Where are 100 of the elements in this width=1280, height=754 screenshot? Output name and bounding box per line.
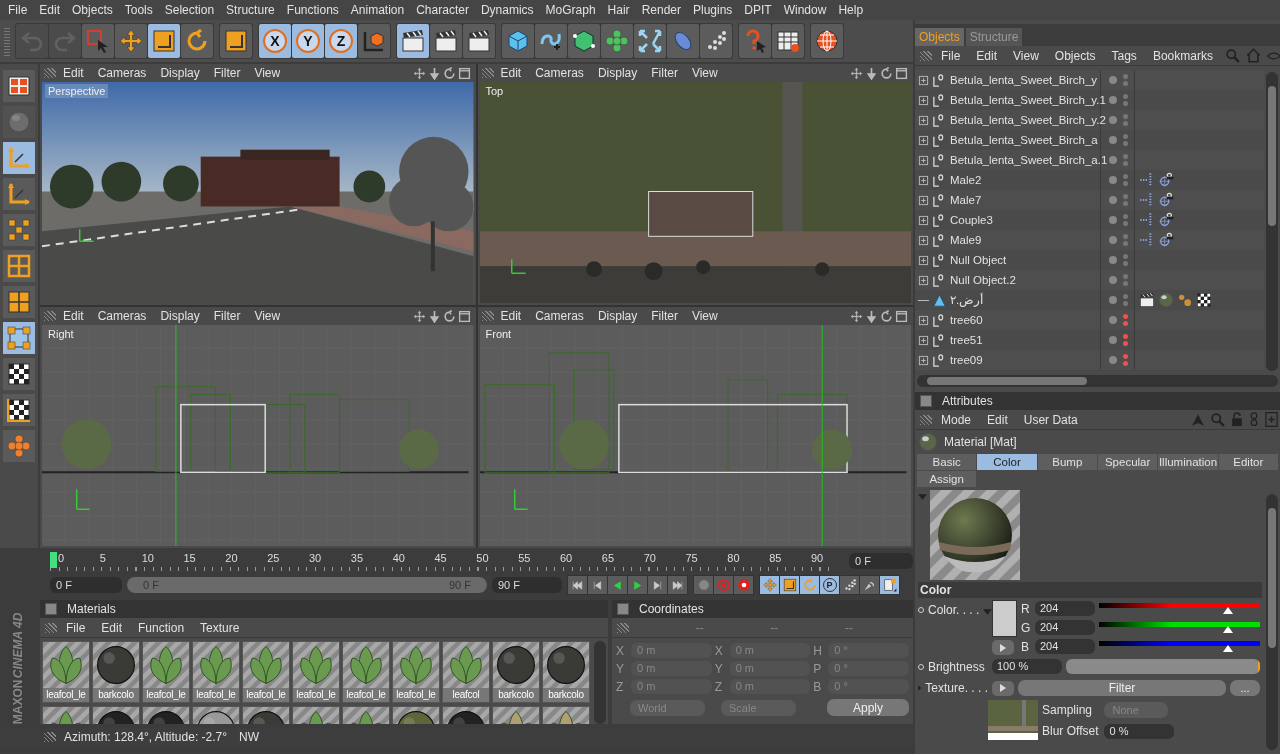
menu-item[interactable]: Edit xyxy=(493,307,529,325)
attribute-tab[interactable]: Illumination xyxy=(1158,454,1218,470)
menu-item[interactable]: Objects xyxy=(66,0,119,20)
material-swatch[interactable]: leafcol_le xyxy=(142,641,190,703)
menu-item[interactable]: Bookmarks xyxy=(1145,46,1220,65)
attribute-tab[interactable]: Assign xyxy=(917,471,977,487)
object-name[interactable]: tree60 xyxy=(950,314,983,326)
menu-item[interactable]: Structure xyxy=(220,0,281,20)
material-swatch[interactable]: barkcolo xyxy=(92,641,140,703)
menu-item[interactable]: DPIT xyxy=(738,0,778,20)
material-name: Material [Mat] xyxy=(944,435,1017,449)
start-frame-field[interactable]: 0 F xyxy=(50,577,122,593)
material-swatch[interactable]: barkcolo xyxy=(492,641,540,703)
attribute-tab[interactable]: Specular xyxy=(1098,454,1158,470)
menu-item[interactable]: Render xyxy=(635,0,687,20)
menu-item[interactable]: Objects xyxy=(1047,46,1103,65)
column-header: -- xyxy=(770,620,779,635)
menu-item[interactable]: View xyxy=(247,307,288,325)
menu-item[interactable]: MoGraph xyxy=(539,0,602,20)
menu-item[interactable]: Dynamics xyxy=(474,0,540,20)
tick-label: 65 xyxy=(601,552,615,564)
object-name[interactable]: Betula_lenta_Sweet_Birch_y.1 xyxy=(950,94,1106,106)
menu-item[interactable]: Edit xyxy=(56,64,91,82)
menu-item[interactable]: Selection xyxy=(158,0,221,20)
material-swatch[interactable]: leafcol xyxy=(442,641,490,703)
menu-item[interactable]: View xyxy=(1006,46,1046,65)
number-field[interactable]: 204 xyxy=(1035,639,1095,654)
menu-item[interactable]: Plugins xyxy=(687,0,739,20)
menu-item[interactable]: Display xyxy=(153,307,207,325)
object-name[interactable]: Male7 xyxy=(950,194,982,206)
object-name[interactable]: Null Object.2 xyxy=(950,274,1016,286)
object-name[interactable]: Betula_lenta_Sweet_Birch_a xyxy=(950,134,1098,146)
menu-item[interactable]: Filter xyxy=(644,64,685,82)
menu-item[interactable]: Function xyxy=(131,618,192,637)
attribute-tab[interactable]: Color xyxy=(977,454,1037,470)
frame-field[interactable]: 0 F xyxy=(849,553,913,569)
menu-item[interactable]: Filter xyxy=(644,307,685,325)
menu-item[interactable]: Edit xyxy=(56,307,91,325)
material-swatch[interactable]: leafcol_le xyxy=(342,641,390,703)
material-swatch[interactable]: leafcol_le xyxy=(242,641,290,703)
menu-item[interactable]: File xyxy=(59,618,93,637)
menu-item[interactable]: File xyxy=(2,0,34,20)
menu-item[interactable]: Character xyxy=(410,0,475,20)
mode-button[interactable]: P xyxy=(820,576,839,594)
object-name[interactable]: tree09 xyxy=(950,354,983,366)
menu-item[interactable]: User Data xyxy=(1016,410,1085,429)
menu-item[interactable]: View xyxy=(684,307,725,325)
menu-item[interactable]: Display xyxy=(590,307,645,325)
menu-item[interactable]: Display xyxy=(153,64,207,82)
axis-lock-button[interactable]: Z xyxy=(325,24,357,58)
menu-item[interactable]: View xyxy=(247,64,288,82)
menu-item[interactable]: Animation xyxy=(344,0,411,20)
menu-item[interactable]: Help xyxy=(832,0,870,20)
attribute-tab[interactable]: Basic xyxy=(917,454,977,470)
menu-item[interactable]: Edit xyxy=(493,64,529,82)
channel-label: R xyxy=(1021,601,1031,616)
menu-item[interactable]: Window xyxy=(777,0,833,20)
menu-item[interactable]: Cameras xyxy=(528,307,591,325)
more-button[interactable]: ... xyxy=(1230,680,1260,696)
menu-item[interactable]: Cameras xyxy=(90,64,154,82)
object-name[interactable]: أرض.٢ xyxy=(950,293,984,307)
menu-item[interactable]: Texture xyxy=(193,618,247,637)
number-field[interactable]: 100 % xyxy=(992,659,1062,674)
menu-item[interactable]: Cameras xyxy=(90,307,154,325)
menu-item[interactable]: Edit xyxy=(969,46,1005,65)
menu-item[interactable]: Display xyxy=(590,64,645,82)
end-frame-field[interactable]: 90 F xyxy=(492,577,562,593)
viewport-label: Perspective xyxy=(45,84,109,98)
object-name[interactable]: Male9 xyxy=(950,234,982,246)
menu-item[interactable]: Edit xyxy=(94,618,130,637)
material-swatch[interactable]: leafcol_le xyxy=(392,641,440,703)
material-swatch[interactable]: leafcol_le xyxy=(192,641,240,703)
number-field[interactable]: 0 % xyxy=(1104,723,1175,739)
axis-lock-button[interactable]: Y xyxy=(292,24,324,58)
menu-item[interactable]: Filter xyxy=(206,307,248,325)
material-swatch[interactable]: leafcol_le xyxy=(292,641,340,703)
menu-item[interactable]: Edit xyxy=(980,410,1015,429)
menu-item[interactable]: Hair xyxy=(601,0,636,20)
object-name[interactable]: Couple3 xyxy=(950,214,993,226)
axis-label: Y xyxy=(714,661,724,676)
number-field[interactable]: 204 xyxy=(1035,601,1095,616)
texture-button[interactable]: Filter xyxy=(1018,680,1226,696)
menu-item[interactable]: Tools xyxy=(118,0,159,20)
material-swatch[interactable]: barkcolo xyxy=(542,641,590,703)
material-swatch[interactable]: leafcol_le xyxy=(42,641,90,703)
menu-item[interactable]: Mode xyxy=(934,410,979,429)
menu-item[interactable]: View xyxy=(684,64,725,82)
menu-item[interactable]: Cameras xyxy=(528,64,591,82)
menu-item[interactable]: Tags xyxy=(1104,46,1144,65)
object-name[interactable]: tree51 xyxy=(950,334,983,346)
menu-item[interactable]: Filter xyxy=(206,64,248,82)
object-name[interactable]: Null Object xyxy=(950,254,1007,266)
object-name[interactable]: Male2 xyxy=(950,174,982,186)
attribute-tab[interactable]: Editor xyxy=(1218,454,1278,470)
number-field[interactable]: 204 xyxy=(1035,620,1095,635)
menu-item[interactable]: Functions xyxy=(280,0,345,20)
axis-lock-button[interactable]: X xyxy=(259,24,291,58)
menu-item[interactable]: Edit xyxy=(33,0,67,20)
menu-item[interactable]: File xyxy=(934,46,968,65)
attribute-tab[interactable]: Bump xyxy=(1037,454,1097,470)
